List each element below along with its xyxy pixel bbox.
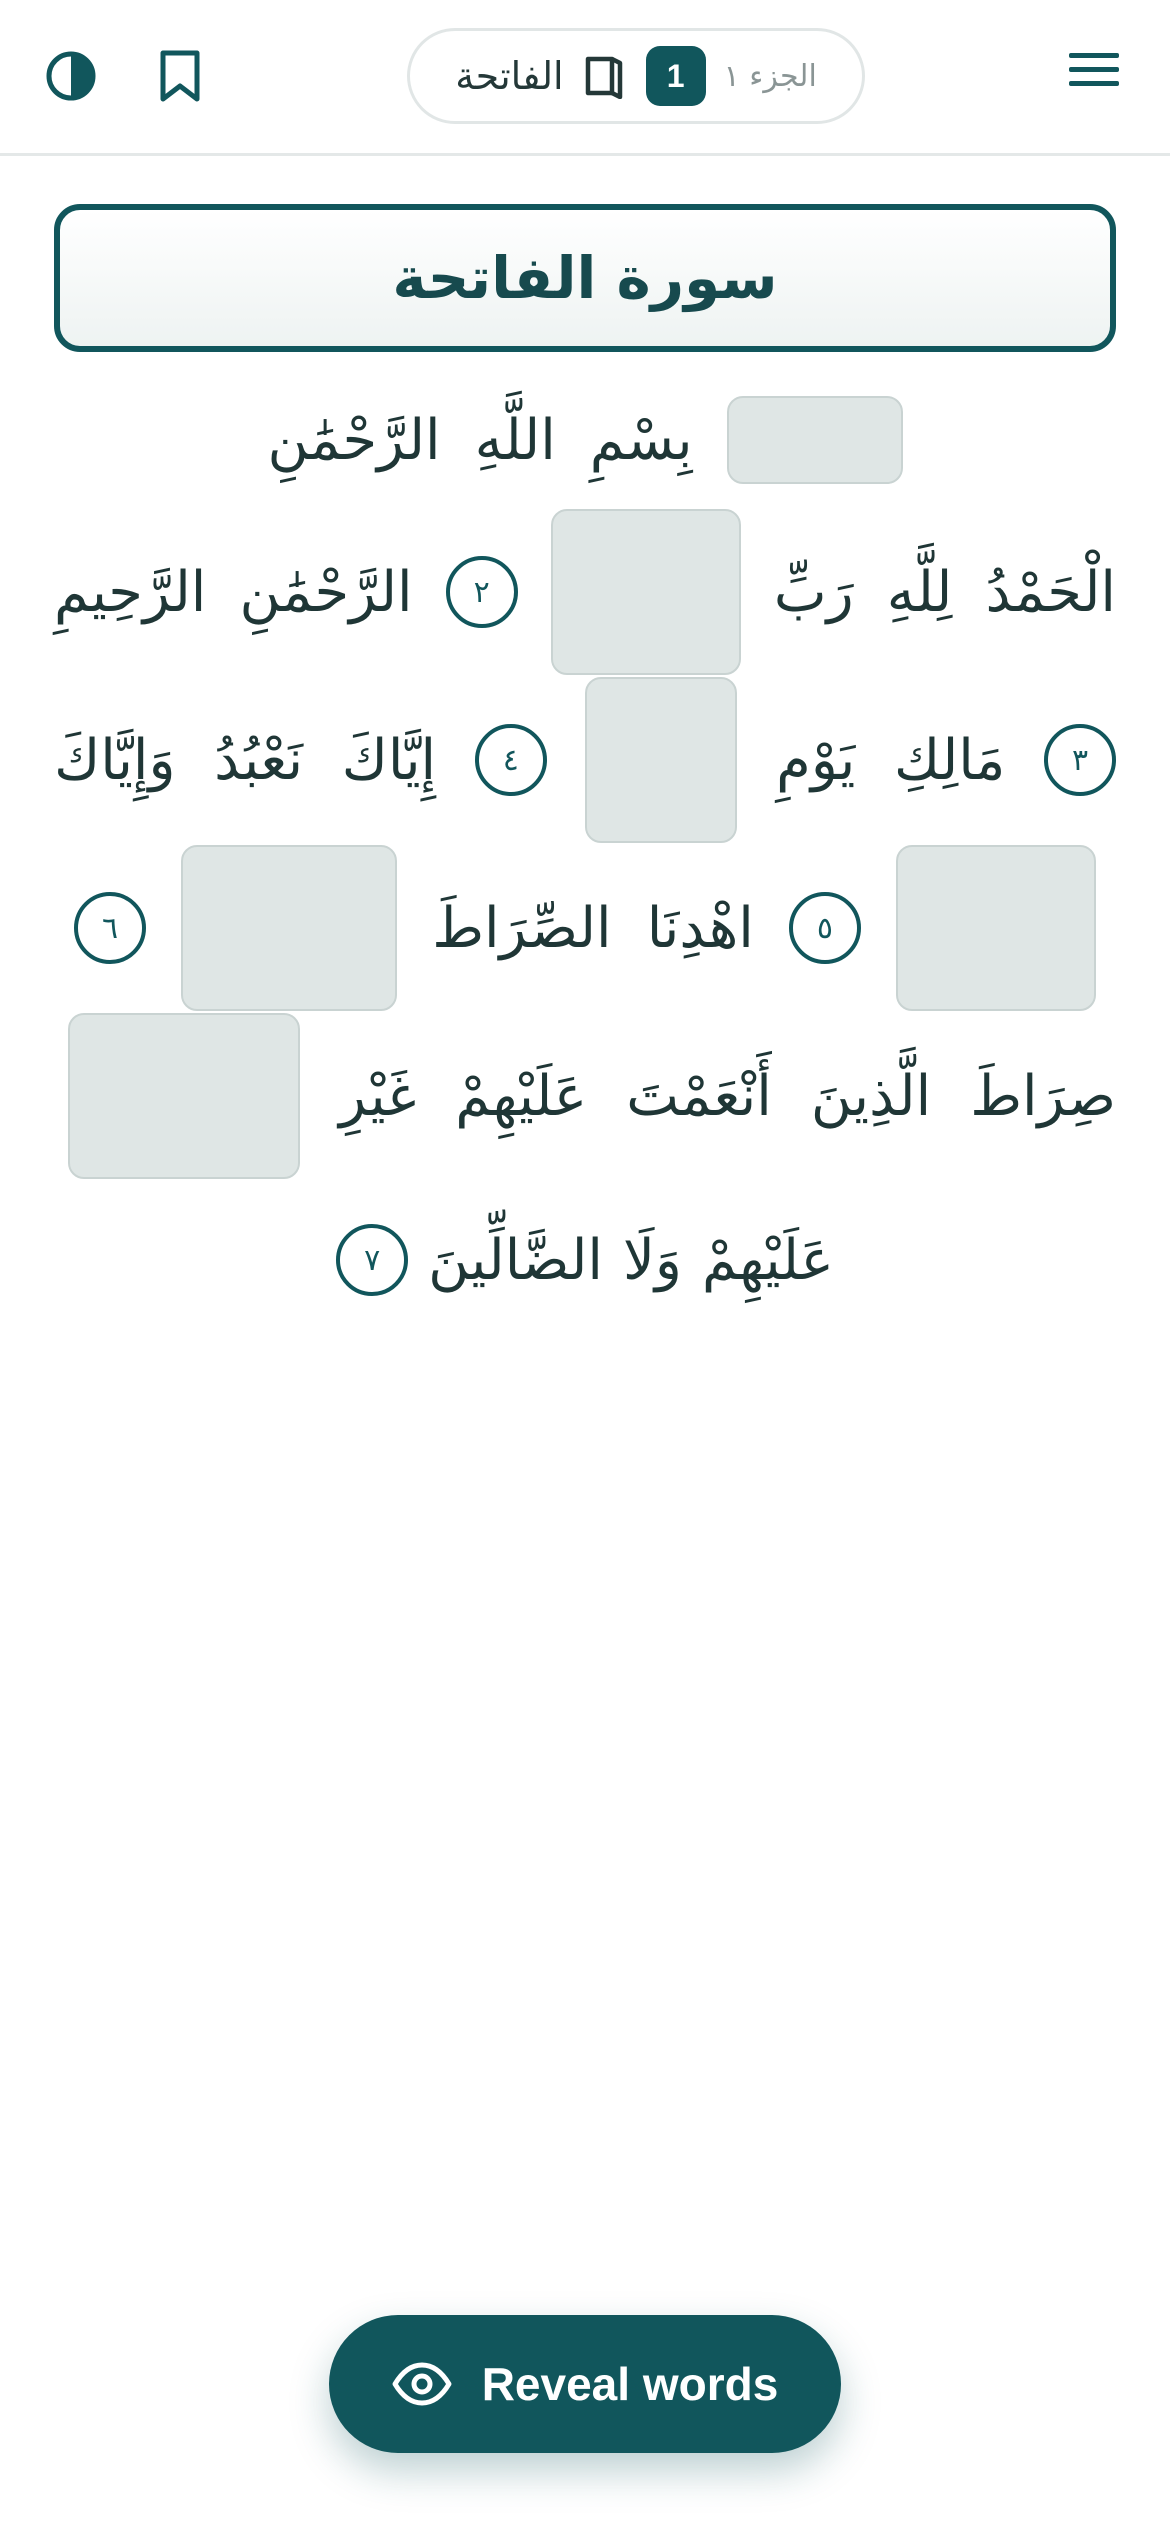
quran-word[interactable]: عَلَيْهِمْ [455,1064,587,1129]
ayah-number-marker: ٥ [788,892,861,964]
quran-word[interactable]: رَبِّ [774,560,854,625]
mushaf-line-5: صِرَاطَ الَّذِينَ أَنْعَمْتَ عَلَيْهِمْ … [54,1012,1116,1180]
quran-word[interactable]: نَعْبُدُ [214,728,303,793]
surah-title: سورة الفاتحة [392,244,778,312]
menu-button[interactable] [1054,30,1134,110]
hidden-word-placeholder[interactable] [585,677,738,843]
hidden-word-placeholder[interactable] [181,845,398,1011]
ayah-number-marker: ٦ [74,892,147,964]
hidden-word-placeholder[interactable] [550,509,741,675]
ayah-number-marker: ٧ [336,1224,409,1296]
quran-word[interactable]: أَنْعَمْتَ [626,1064,772,1129]
quran-word[interactable]: غَيْرِ [339,1064,416,1129]
mushaf-line-3: ٣ مَالِكِ يَوْمِ ٤ إِيَّاكَ نَعْبُدُ وَإ… [54,676,1116,844]
quran-word[interactable]: اهْدِنَا [647,896,754,961]
quran-word[interactable]: اللَّهِ [475,408,556,473]
quran-word[interactable]: لِلَّهِ [887,560,953,625]
mushaf-line-4: ٥ اهْدِنَا الصِّرَاطَ ٦ [54,844,1116,1012]
quran-word[interactable]: عَلَيْهِمْ [702,1228,834,1293]
navigation-pill[interactable]: الفاتحة 1 الجزء ١ [407,28,865,124]
eye-icon [392,2362,452,2406]
quran-word[interactable]: وَإِيَّاكَ [54,728,175,793]
hidden-word-placeholder[interactable] [68,1013,301,1179]
juz-label: الجزء ١ [723,58,817,94]
quran-word[interactable]: صِرَاطَ [970,1064,1116,1129]
bookmark-icon [160,50,200,102]
quran-word[interactable]: الرَّحِيمِ [54,560,206,625]
mushaf-line-1: بِسْمِ اللَّهِ الرَّحْمَٰنِ [54,390,1116,490]
page-number-badge: 1 [645,46,706,106]
hidden-word-placeholder[interactable] [726,396,903,484]
quran-word[interactable]: الضَّالِّينَ [428,1228,603,1293]
quran-word[interactable]: الرَّحْمَٰنِ [267,408,440,473]
quran-word[interactable]: الْحَمْدُ [985,560,1116,625]
mushaf-line-2: الْحَمْدُ لِلَّهِ رَبِّ ٢ الرَّحْمَٰنِ ا… [54,508,1116,676]
reveal-words-button[interactable]: Reveal words [329,2315,841,2453]
ayah-number-marker: ٣ [1044,724,1116,796]
surah-name: الفاتحة [455,54,564,98]
book-open-icon [585,56,622,99]
contrast-icon [46,51,96,101]
quran-word[interactable]: وَلَا [623,1228,682,1293]
quran-word[interactable]: إِيَّاكَ [342,728,436,793]
hidden-word-placeholder[interactable] [896,845,1096,1011]
quran-word[interactable]: بِسْمِ [590,408,693,473]
theme-toggle-button[interactable] [31,36,111,116]
quran-word[interactable]: يَوْمِ [776,728,855,793]
top-bar: الفاتحة 1 الجزء ١ [0,0,1170,156]
mushaf-line-6: عَلَيْهِمْ وَلَا الضَّالِّينَ ٧ [54,1190,1116,1330]
hamburger-menu-icon [1069,53,1119,86]
quran-word[interactable]: الَّذِينَ [811,1064,931,1129]
quran-word[interactable]: مَالِكِ [894,728,1005,793]
reveal-words-label: Reveal words [481,2358,779,2410]
bookmark-button[interactable] [140,36,220,116]
ayah-number-marker: ٤ [474,724,547,796]
ayah-number-marker: ٢ [445,556,518,628]
surah-title-card: سورة الفاتحة [54,204,1116,352]
quran-word[interactable]: الرَّحْمَٰنِ [239,560,412,625]
quran-word[interactable]: الصِّرَاطَ [432,896,611,961]
